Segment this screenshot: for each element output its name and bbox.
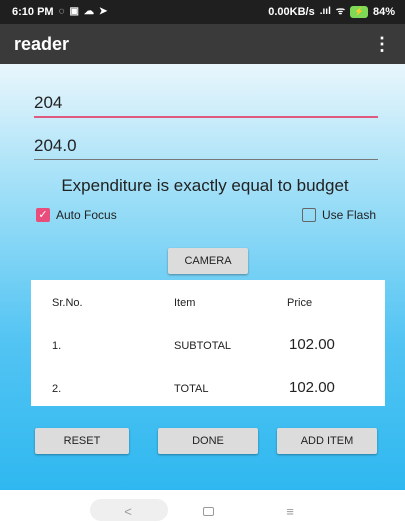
reset-button[interactable]: RESET	[35, 428, 129, 454]
main-content: 204 204.0 Expenditure is exactly equal t…	[0, 64, 405, 490]
expenditure-input[interactable]: 204.0	[34, 130, 378, 160]
wifi-icon: ᯤ	[335, 6, 345, 17]
status-bar: 6:10 PM ◌ ▣ ☁ ➤ 0.00KB/s .ııl ᯤ ⚡ 84%	[0, 0, 405, 24]
network-speed: 0.00KB/s	[268, 6, 315, 18]
budget-input-value: 204	[34, 93, 63, 112]
checkbox-unchecked-icon[interactable]	[302, 208, 316, 222]
status-left: 6:10 PM ◌ ▣ ☁ ➤	[12, 6, 107, 18]
header-item: Item	[174, 297, 196, 309]
back-icon[interactable]: <	[120, 503, 136, 519]
status-right: 0.00KB/s .ııl ᯤ ⚡ 84%	[268, 6, 395, 18]
checkbox-checked-icon[interactable]: ✓	[36, 208, 50, 222]
send-icon: ➤	[98, 6, 108, 17]
app-title: reader	[14, 33, 70, 54]
battery-icon: ⚡	[350, 6, 368, 18]
header-price: Price	[287, 297, 313, 309]
status-message: Expenditure is exactly equal to budget	[61, 176, 349, 195]
cloud-icon: ☁	[83, 6, 94, 17]
camera-button[interactable]: CAMERA	[168, 248, 248, 274]
more-vert-icon[interactable]: ⋮	[373, 34, 391, 55]
row-1-sr-no: 1.	[52, 340, 62, 352]
row-1-price: 102.00	[289, 336, 335, 353]
header-sr-no: Sr.No.	[52, 297, 83, 309]
navigation-bar: < ≡	[0, 490, 405, 522]
whatsapp-icon: ◌	[58, 6, 65, 17]
home-icon[interactable]	[200, 503, 216, 519]
signal-icon: .ııl	[319, 6, 331, 17]
row-2-sr-no: 2.	[52, 383, 62, 395]
battery-percent: 84%	[372, 6, 395, 18]
row-1-item: SUBTOTAL	[174, 340, 232, 352]
items-table: Sr.No. Item Price 1. SUBTOTAL 102.00 2. …	[31, 280, 385, 406]
budget-input[interactable]: 204	[34, 88, 378, 118]
menu-icon[interactable]: ≡	[282, 504, 298, 519]
expenditure-input-value: 204.0	[34, 136, 77, 155]
use-flash-checkbox[interactable]: Use Flash	[302, 208, 376, 222]
auto-focus-checkbox[interactable]: ✓ Auto Focus	[36, 208, 117, 222]
app-bar: reader ⋮	[0, 24, 405, 64]
done-button[interactable]: DONE	[158, 428, 258, 454]
auto-focus-label: Auto Focus	[56, 208, 117, 222]
row-2-item: TOTAL	[174, 383, 209, 395]
add-item-button[interactable]: ADD ITEM	[277, 428, 377, 454]
row-2-price: 102.00	[289, 379, 335, 396]
notification-icon: ▣	[69, 6, 79, 17]
use-flash-label: Use Flash	[322, 208, 377, 222]
status-time: 6:10 PM	[12, 6, 54, 18]
